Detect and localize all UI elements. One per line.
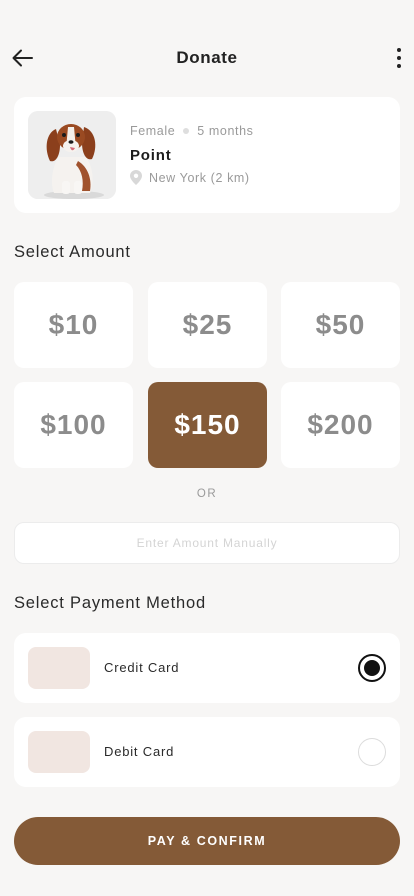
payment-option-debit-card[interactable]: Debit Card [14, 717, 400, 787]
location-pin-icon [130, 170, 142, 185]
pay-confirm-button[interactable]: PAY & CONFIRM [14, 817, 400, 865]
manual-amount-input[interactable] [14, 522, 400, 564]
radio-unselected-icon[interactable] [358, 738, 386, 766]
more-vertical-icon [397, 48, 401, 68]
separator-dot [183, 128, 190, 134]
top-bar: Donate [0, 34, 414, 82]
dog-photo [28, 111, 116, 199]
pet-card[interactable]: Female 5 months Point New York (2 km) [14, 97, 400, 213]
payment-option-credit-card[interactable]: Credit Card [14, 633, 400, 703]
pet-location: New York (2 km) [130, 170, 250, 185]
pet-gender: Female [130, 124, 176, 138]
payment-option-label: Credit Card [104, 660, 180, 675]
amount-option-10[interactable]: $10 [14, 282, 133, 368]
pet-location-text: New York (2 km) [149, 170, 250, 185]
card-thumbnail [28, 647, 90, 689]
donate-screen: Donate Female 5 months Point New York (2… [0, 0, 414, 896]
amount-option-50[interactable]: $50 [281, 282, 400, 368]
page-title: Donate [176, 48, 238, 67]
payment-option-label: Debit Card [104, 744, 175, 759]
pet-name: Point [130, 147, 172, 164]
or-divider: OR [196, 488, 218, 500]
amount-option-100[interactable]: $100 [14, 382, 133, 468]
pet-details: Female 5 months [130, 124, 254, 138]
radio-selected-icon[interactable] [358, 654, 386, 682]
more-menu-button[interactable] [394, 46, 404, 70]
select-amount-label: Select Amount [14, 243, 131, 261]
pet-age: 5 months [197, 124, 254, 138]
select-payment-label: Select Payment Method [14, 594, 206, 612]
amount-option-200[interactable]: $200 [281, 382, 400, 468]
card-thumbnail [28, 731, 90, 773]
amount-option-150[interactable]: $150 [148, 382, 267, 468]
amount-option-25[interactable]: $25 [148, 282, 267, 368]
